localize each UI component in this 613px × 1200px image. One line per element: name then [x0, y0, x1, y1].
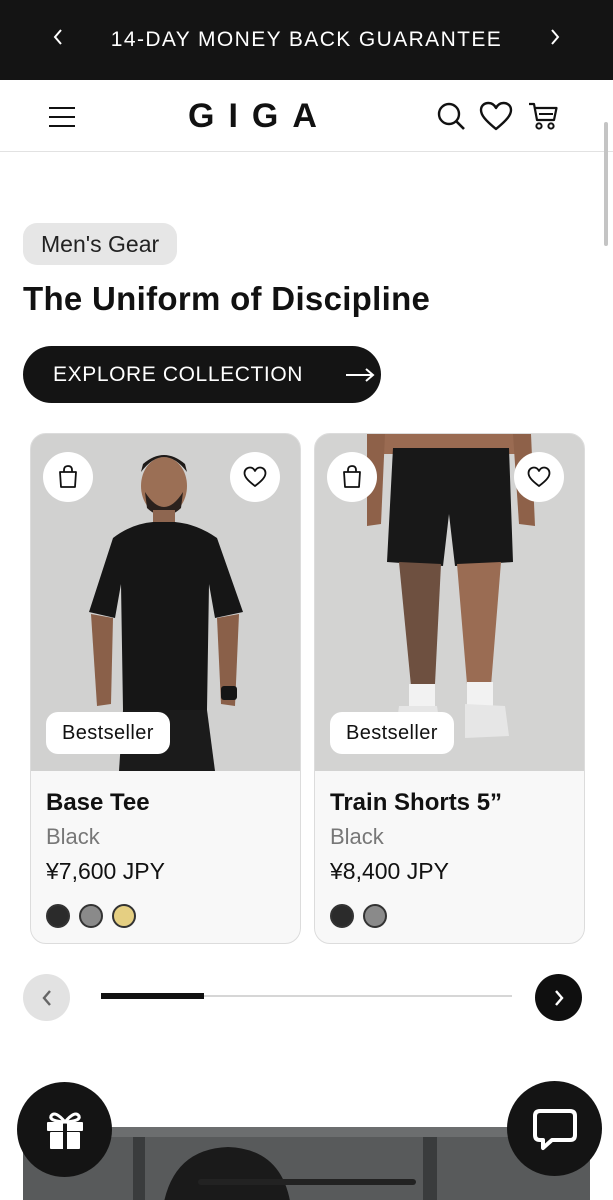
product-name[interactable]: Train Shorts 5”	[330, 789, 502, 817]
color-swatches	[330, 904, 387, 928]
carousel-progress-fill	[101, 993, 204, 999]
wishlist-toggle[interactable]	[514, 452, 564, 502]
carousel-next-button[interactable]	[535, 974, 582, 1021]
chat-button[interactable]	[507, 1081, 602, 1176]
cart-button[interactable]	[526, 98, 560, 134]
chevron-left-icon	[53, 29, 62, 45]
carousel-progress	[101, 993, 512, 999]
wishlist-button[interactable]	[479, 98, 513, 134]
shopping-bag-icon	[343, 465, 361, 488]
search-icon	[437, 102, 465, 130]
product-image[interactable]: Bestseller	[31, 434, 300, 771]
menu-button[interactable]	[46, 103, 78, 131]
heart-icon	[479, 101, 513, 131]
cart-icon	[529, 102, 558, 130]
chevron-left-icon	[41, 989, 51, 1006]
color-swatch[interactable]	[46, 904, 70, 928]
product-card[interactable]: Bestseller Train Shorts 5” Black ¥8,400 …	[314, 433, 585, 944]
product-card[interactable]: Bestseller Base Tee Black ¥7,600 JPY	[30, 433, 301, 944]
product-color: Black	[46, 824, 100, 849]
product-price: ¥8,400 JPY	[330, 858, 449, 884]
bestseller-badge: Bestseller	[46, 712, 170, 754]
announcement-text: 14-DAY MONEY BACK GUARANTEE	[110, 28, 503, 51]
color-swatches	[46, 904, 136, 928]
carousel-prev-button[interactable]	[23, 974, 70, 1021]
shopping-bag-icon	[59, 465, 77, 488]
site-header: GIGA	[0, 80, 613, 152]
scrollbar[interactable]	[604, 122, 608, 246]
explore-collection-button[interactable]: EXPLORE COLLECTION	[23, 346, 381, 403]
heart-icon	[527, 466, 551, 487]
product-color: Black	[330, 824, 384, 849]
color-swatch[interactable]	[330, 904, 354, 928]
announcement-bar: 14-DAY MONEY BACK GUARANTEE	[0, 0, 613, 80]
heart-icon	[243, 466, 267, 487]
home-indicator	[198, 1179, 416, 1185]
category-tag: Men's Gear	[23, 223, 178, 265]
product-image[interactable]: Bestseller	[315, 434, 584, 771]
product-name[interactable]: Base Tee	[46, 789, 150, 817]
arrow-right-icon	[346, 368, 375, 382]
search-button[interactable]	[434, 98, 468, 134]
chevron-right-icon	[554, 989, 564, 1006]
bestseller-badge: Bestseller	[330, 712, 454, 754]
logo[interactable]: GIGA	[188, 94, 348, 138]
rewards-button[interactable]	[17, 1082, 112, 1177]
quick-add-button[interactable]	[43, 452, 93, 502]
product-price: ¥7,600 JPY	[46, 858, 165, 884]
section-headline: The Uniform of Discipline	[23, 280, 431, 317]
gift-icon	[46, 1112, 83, 1149]
announcement-next-button[interactable]	[543, 22, 567, 52]
chat-icon	[532, 1108, 577, 1150]
explore-collection-label: EXPLORE COLLECTION	[53, 362, 304, 386]
chevron-right-icon	[551, 29, 560, 45]
quick-add-button[interactable]	[327, 452, 377, 502]
wishlist-toggle[interactable]	[230, 452, 280, 502]
color-swatch[interactable]	[363, 904, 387, 928]
announcement-prev-button[interactable]	[46, 22, 70, 52]
color-swatch[interactable]	[112, 904, 136, 928]
color-swatch[interactable]	[79, 904, 103, 928]
